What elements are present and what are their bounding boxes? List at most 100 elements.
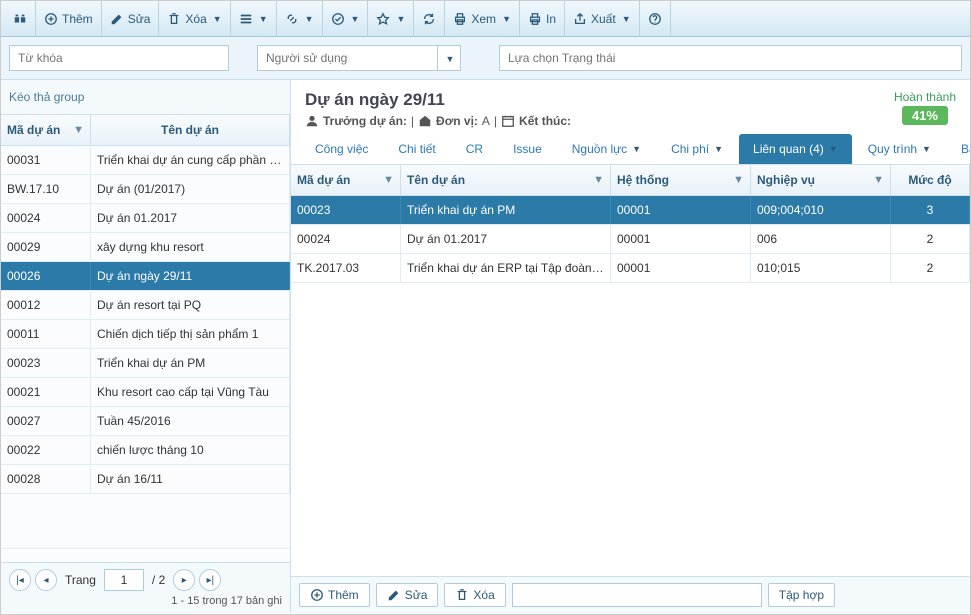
dcol-system[interactable]: Hệ thống▼: [611, 165, 751, 195]
view-button[interactable]: Xem▼: [445, 1, 520, 36]
cell-name: Triển khai dự án cung cấp phần mềm quen: [91, 146, 290, 174]
binoculars-button[interactable]: [5, 1, 36, 36]
bottom-toolbar: Thêm Sửa Xóa Tập hợp: [291, 576, 970, 613]
col-code[interactable]: Mã dự án▼: [1, 115, 91, 145]
cell-name: Triển khai dự án PM: [401, 196, 611, 224]
edit-button[interactable]: Sửa: [102, 1, 160, 36]
caret-down-icon: ▼: [396, 14, 405, 24]
table-row[interactable]: 00021Khu resort cao cấp tại Vũng Tàu: [1, 378, 290, 407]
add-button[interactable]: Thêm: [36, 1, 102, 36]
pencil-icon: [110, 12, 124, 26]
filter-icon[interactable]: ▼: [593, 174, 604, 186]
pager-total: / 2: [152, 573, 165, 587]
delete-button[interactable]: Xóa▼: [159, 1, 230, 36]
pager-prev-button[interactable]: ◂: [35, 569, 57, 591]
user-select[interactable]: [257, 45, 437, 71]
caret-down-icon: ▼: [213, 14, 222, 24]
filter-icon[interactable]: ▼: [733, 174, 744, 186]
keyword-input[interactable]: [9, 45, 229, 71]
detail-subtitle: Trưởng dự án: | Đơn vị: A | Kết thúc:: [305, 114, 571, 128]
table-row[interactable]: 00027Tuần 45/2016: [1, 407, 290, 436]
bottom-delete-button[interactable]: Xóa: [444, 583, 505, 607]
tab-b-o-c-o[interactable]: Báo cáo▼: [947, 134, 970, 164]
help-icon: [648, 12, 662, 26]
status-input[interactable]: [499, 45, 962, 71]
cell-level: 3: [891, 196, 970, 224]
cell-code: 00024: [1, 204, 91, 232]
refresh-button[interactable]: [414, 1, 445, 36]
print-button[interactable]: In: [520, 1, 565, 36]
list-menu-button[interactable]: ▼: [231, 1, 277, 36]
plus-circle-icon: [310, 588, 324, 602]
dcol-name[interactable]: Tên dự án▼: [401, 165, 611, 195]
pager-first-button[interactable]: |◂: [9, 569, 31, 591]
main-toolbar: Thêm Sửa Xóa▼ ▼ ▼ ▼ ▼ Xem▼ In Xuất▼: [1, 1, 970, 37]
tab-cr[interactable]: CR: [452, 134, 497, 164]
project-list-panel: Kéo thả group Mã dự án▼ Tên dự án 00031T…: [1, 80, 291, 613]
dcol-level[interactable]: Mức độ: [891, 165, 970, 195]
table-row[interactable]: 00012Dự án resort tại PQ: [1, 291, 290, 320]
tab-c-ng-vi-c[interactable]: Công việc: [301, 134, 382, 164]
pager-page-input[interactable]: [104, 569, 144, 591]
cell-code: 00028: [1, 465, 91, 493]
table-row[interactable]: 00024Dự án 01.2017: [1, 204, 290, 233]
col-name[interactable]: Tên dự án: [91, 115, 290, 145]
check-menu-button[interactable]: ▼: [323, 1, 369, 36]
tab-quy-tr-nh[interactable]: Quy trình▼: [854, 134, 945, 164]
bottom-add-button[interactable]: Thêm: [299, 583, 370, 607]
pager-last-button[interactable]: ▸|: [199, 569, 221, 591]
cell-level: 2: [891, 225, 970, 253]
table-row[interactable]: TK.2017.03Triển khai dự án ERP tại Tập đ…: [291, 254, 970, 283]
trash-icon: [455, 588, 469, 602]
edit-label: Sửa: [128, 12, 151, 26]
horizontal-scrollbar[interactable]: [1, 548, 290, 562]
table-row[interactable]: 00023Triển khai dự án PM: [1, 349, 290, 378]
dcol-code[interactable]: Mã dự án▼: [291, 165, 401, 195]
star-menu-button[interactable]: ▼: [368, 1, 414, 36]
cell-system: 00001: [611, 254, 751, 282]
pager-next-button[interactable]: ▸: [173, 569, 195, 591]
table-row[interactable]: 00031Triển khai dự án cung cấp phần mềm …: [1, 146, 290, 175]
table-row[interactable]: 00026Dự án ngày 29/11: [1, 262, 290, 291]
dcol-biz[interactable]: Nghiệp vụ▼: [751, 165, 891, 195]
caret-down-icon: ▼: [305, 14, 314, 24]
table-row[interactable]: 00029xây dựng khu resort: [1, 233, 290, 262]
filter-icon[interactable]: ▼: [73, 124, 84, 136]
tab-li-n-quan-4-[interactable]: Liên quan (4)▼: [739, 134, 852, 164]
link-menu-button[interactable]: ▼: [277, 1, 323, 36]
help-button[interactable]: [640, 1, 671, 36]
table-row[interactable]: 00028Dự án 16/11: [1, 465, 290, 494]
user-dropdown-button[interactable]: ▼: [437, 45, 461, 71]
calendar-icon: [501, 114, 515, 128]
table-row[interactable]: 00011Chiến dịch tiếp thị sản phẩm 1: [1, 320, 290, 349]
tab-chi-ph-[interactable]: Chi phí▼: [657, 134, 737, 164]
grid-header: Mã dự án▼ Tên dự án: [1, 115, 290, 146]
pager-info: 1 - 15 trong 17 bản ghi: [9, 591, 282, 607]
refresh-icon: [422, 12, 436, 26]
filter-icon[interactable]: ▼: [873, 174, 884, 186]
plus-circle-icon: [44, 12, 58, 26]
bottom-edit-button[interactable]: Sửa: [376, 583, 439, 607]
bottom-search-input[interactable]: [512, 583, 762, 607]
export-label: Xuất: [591, 12, 616, 26]
cell-code: 00011: [1, 320, 91, 348]
tab-issue[interactable]: Issue: [499, 134, 556, 164]
group-drop-hint: Kéo thả group: [1, 80, 290, 115]
binoculars-icon: [13, 12, 27, 26]
cell-name: Dự án 01.2017: [401, 225, 611, 253]
filter-icon[interactable]: ▼: [383, 174, 394, 186]
table-row[interactable]: 00022chiến lược tháng 10: [1, 436, 290, 465]
caret-down-icon: ▼: [502, 14, 511, 24]
tab-chi-ti-t[interactable]: Chi tiết: [384, 134, 449, 164]
cell-system: 00001: [611, 196, 751, 224]
list-icon: [239, 12, 253, 26]
table-row[interactable]: BW.17.10Dự án (01/2017): [1, 175, 290, 204]
table-row[interactable]: 00024Dự án 01.2017000010062: [291, 225, 970, 254]
export-button[interactable]: Xuất▼: [565, 1, 640, 36]
progress-label: Hoàn thành: [894, 90, 956, 104]
bottom-group-button[interactable]: Tập hợp: [768, 583, 835, 607]
home-icon: [418, 114, 432, 128]
table-row[interactable]: 00023Triển khai dự án PM00001009;004;010…: [291, 196, 970, 225]
tab-ngu-n-l-c[interactable]: Nguồn lực▼: [558, 134, 655, 164]
trash-icon: [167, 12, 181, 26]
